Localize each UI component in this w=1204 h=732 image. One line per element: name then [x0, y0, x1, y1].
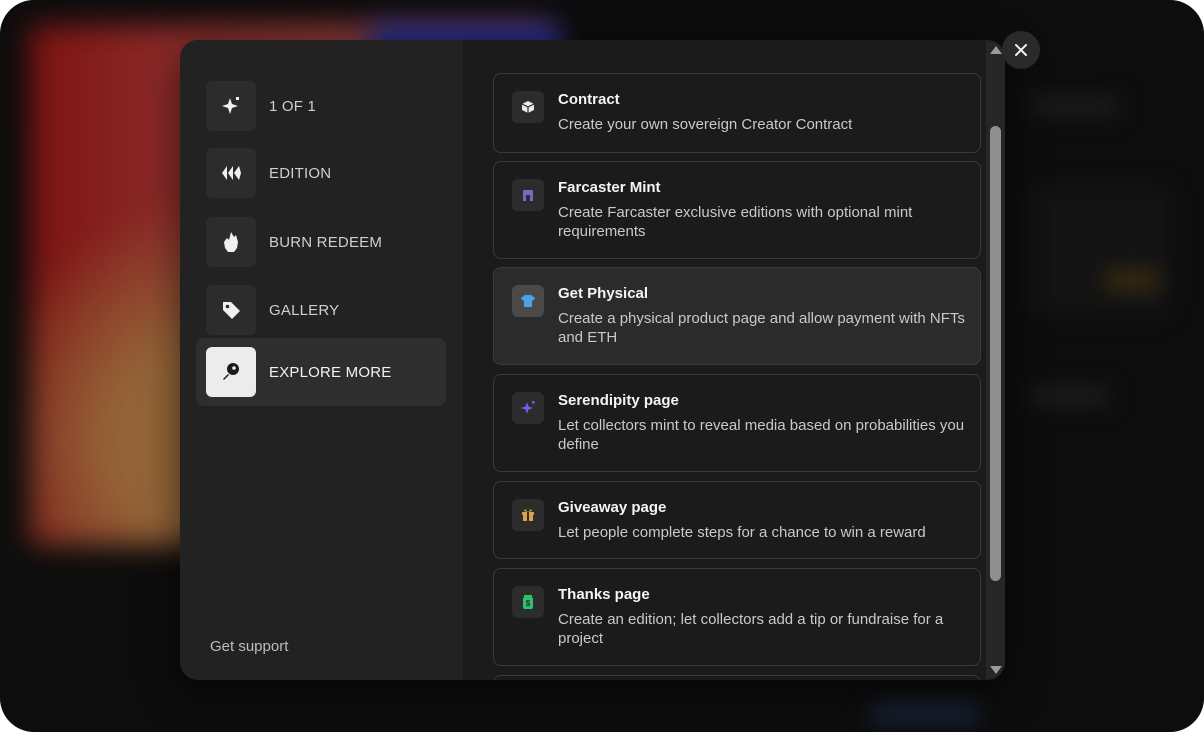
- close-icon: [1015, 44, 1027, 56]
- scrollbar-thumb[interactable]: [990, 126, 1001, 581]
- card-title: Get Physical: [558, 285, 649, 302]
- svg-text:$: $: [526, 599, 531, 608]
- card-title: Farcaster Mint: [558, 179, 661, 196]
- get-support-link[interactable]: Get support: [210, 638, 288, 655]
- option-card-farcaster-mint[interactable]: Farcaster Mint Create Farcaster exclusiv…: [493, 161, 981, 259]
- card-title: Serendipity page: [558, 392, 679, 409]
- sidebar-item-label: BURN REDEEM: [269, 233, 383, 251]
- sparkle-icon: [206, 81, 256, 131]
- money-jar-icon: $: [512, 586, 544, 618]
- sidebar-item-gallery[interactable]: GALLERY: [196, 276, 446, 344]
- sidebar-item-edition[interactable]: EDITION: [196, 139, 446, 207]
- edition-icon: [206, 148, 256, 198]
- sidebar-item-burn-redeem[interactable]: BURN REDEEM: [196, 208, 446, 276]
- card-description: Create your own sovereign Creator Contra…: [558, 116, 853, 133]
- explore-icon: [206, 347, 256, 397]
- card-description: Create a physical product page and allow…: [558, 310, 965, 346]
- option-card-thanks-page[interactable]: $ Thanks page Create an edition; let col…: [493, 568, 981, 666]
- option-card-partial[interactable]: [493, 675, 981, 680]
- close-button[interactable]: [1002, 31, 1040, 69]
- card-description: Create an edition; let collectors add a …: [558, 611, 944, 647]
- card-description: Let people complete steps for a chance t…: [558, 524, 926, 541]
- sidebar-item-label: GALLERY: [269, 301, 340, 319]
- scroll-down-arrow-icon[interactable]: [990, 666, 1002, 674]
- card-description: Let collectors mint to reveal media base…: [558, 417, 965, 453]
- card-description: Create Farcaster exclusive editions with…: [558, 204, 913, 240]
- sidebar-item-label: EXPLORE MORE: [269, 363, 392, 381]
- app-window: 1 OF 1 EDITION BURN REDEEM GALLERY EXPLO…: [0, 0, 1204, 732]
- cube-icon: [512, 91, 544, 123]
- tag-icon: [206, 285, 256, 335]
- card-title: Giveaway page: [558, 499, 667, 516]
- sidebar-item-label: EDITION: [269, 164, 332, 182]
- scroll-up-arrow-icon[interactable]: [990, 46, 1002, 54]
- sparkle-icon: [512, 392, 544, 424]
- sidebar-item-label: 1 OF 1: [269, 97, 317, 115]
- option-card-contract[interactable]: Contract Create your own sovereign Creat…: [493, 73, 981, 153]
- card-title: Thanks page: [558, 586, 650, 603]
- sidebar-item-1of1[interactable]: 1 OF 1: [196, 72, 446, 140]
- option-card-get-physical[interactable]: Get Physical Create a physical product p…: [493, 267, 981, 365]
- sidebar: 1 OF 1 EDITION BURN REDEEM GALLERY EXPLO…: [180, 40, 463, 680]
- create-modal: 1 OF 1 EDITION BURN REDEEM GALLERY EXPLO…: [180, 40, 1005, 680]
- tshirt-icon: [512, 285, 544, 317]
- card-title: Contract: [558, 91, 620, 108]
- options-list: Contract Create your own sovereign Creat…: [463, 40, 985, 680]
- sidebar-item-explore-more[interactable]: EXPLORE MORE: [196, 338, 446, 406]
- gift-icon: [512, 499, 544, 531]
- flame-icon: [206, 217, 256, 267]
- option-card-giveaway-page[interactable]: Giveaway page Let people complete steps …: [493, 481, 981, 559]
- scrollbar[interactable]: [986, 40, 1005, 680]
- farcaster-icon: [512, 179, 544, 211]
- option-card-serendipity-page[interactable]: Serendipity page Let collectors mint to …: [493, 374, 981, 472]
